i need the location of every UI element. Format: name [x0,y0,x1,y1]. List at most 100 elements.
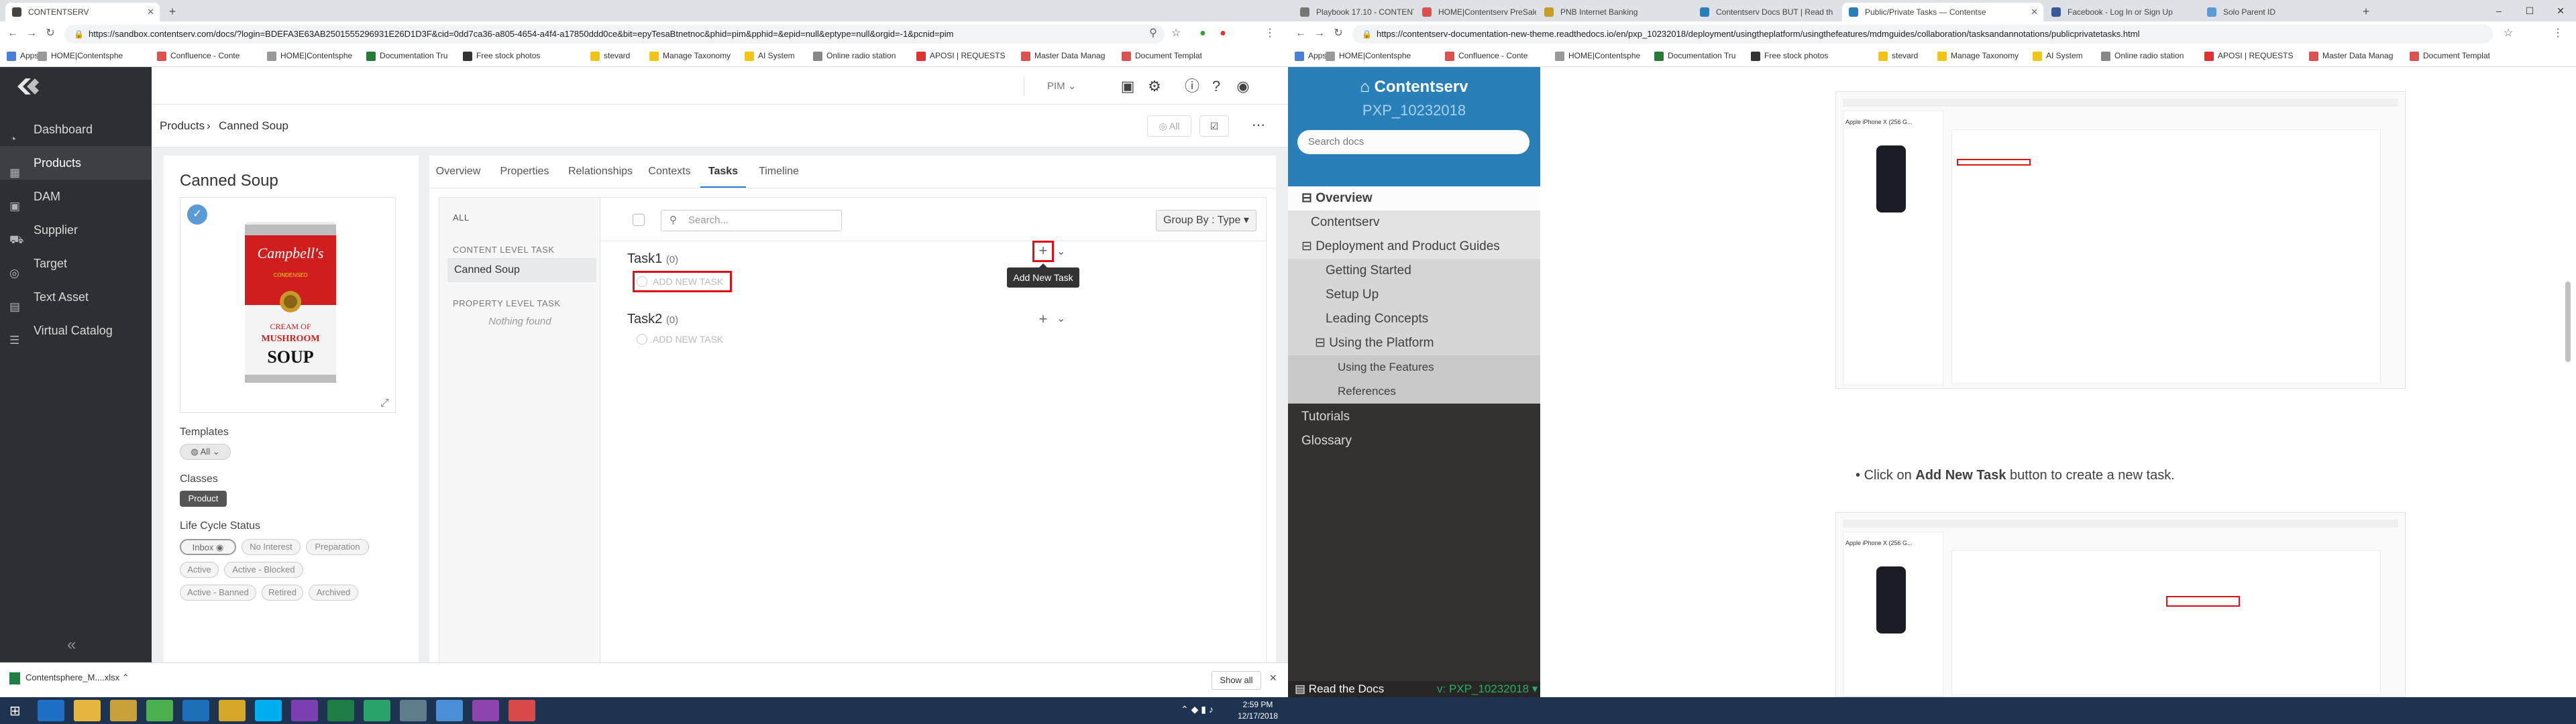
close-tab-icon[interactable]: ✕ [147,3,154,21]
add-task-icon[interactable]: + [1034,310,1053,328]
pim-selector[interactable]: PIM ⌄ [1024,76,1104,97]
zoom-icon[interactable]: ⚲ [1144,25,1162,42]
close-window-icon[interactable]: ✕ [2545,0,2576,21]
outlook-icon[interactable] [182,700,209,721]
nav-contentserv[interactable]: Contentserv [1288,210,1540,235]
excel-icon[interactable] [327,700,354,721]
bookmark-item[interactable]: APOSI | REQUESTS [916,51,1005,61]
rtd-version-switch[interactable]: v: PXP_10232018 ▾ [1437,682,1538,696]
maximize-icon[interactable]: ☐ [2514,0,2545,21]
tab-docs-but[interactable]: Contentserv Docs BUT | Read th [1693,3,1841,21]
bookmark-item[interactable]: Online radio station [2101,51,2184,61]
bookmark-item[interactable]: AI System [745,51,795,61]
star-icon[interactable]: ☆ [1167,25,1185,42]
templates-dropdown[interactable]: ◍ All ⌄ [180,444,231,460]
docs-home-link[interactable]: ⌂ Contentserv [1288,78,1540,97]
scrollbar-thumb[interactable] [2565,282,2571,362]
url-field[interactable]: 🔒 https://contentserv-documentation-new-… [1352,25,2493,44]
tab-contentserv[interactable]: CONTENTSERV ✕ [5,3,160,21]
close-icon[interactable]: ✕ [1269,672,1277,684]
new-tab-button[interactable]: + [2359,4,2373,19]
sidebar-item-products[interactable]: ▦ Products [0,146,152,180]
all-button[interactable]: ◎ All [1147,115,1191,137]
app-icon[interactable] [291,700,318,721]
bookmark-item[interactable]: Master Data Manag [1021,51,1105,61]
back-icon[interactable]: ← [4,25,21,42]
lifecycle-retired[interactable]: Retired [262,585,303,601]
star-icon[interactable]: ☆ [2500,25,2517,42]
bookmark-item[interactable]: Master Data Manag [2309,51,2393,61]
skype-icon[interactable] [255,700,282,721]
tab-timeline[interactable]: Timeline [750,156,808,188]
nav-using-the-platform[interactable]: ⊟ Using the Platform [1288,331,1540,355]
breadcrumb-products[interactable]: Products [160,119,205,133]
forward-icon[interactable]: → [1311,25,1328,42]
extension-icon[interactable]: ● [1214,25,1232,42]
bookmark-item[interactable]: Confluence - Conte [157,51,239,61]
select-all-checkbox[interactable] [633,214,645,226]
tab-playbook[interactable]: Playbook 17.10 - CONTENTSER [1293,3,1414,21]
bookmark-item[interactable]: Apps [1295,51,1326,61]
chevron-down-icon[interactable]: ⌄ [1057,245,1065,258]
nav-leading-concepts[interactable]: Leading Concepts [1288,307,1540,331]
clock[interactable]: 2:59 PM 12/17/2018 [1234,699,1281,722]
system-tray-icons[interactable]: ⌃ ◆ ▮ ♪ [1181,704,1214,715]
nav-setup-up[interactable]: Setup Up [1288,283,1540,307]
help-icon[interactable]: ? [1206,76,1226,97]
bookmark-item[interactable]: HOME|Contentsphe [267,51,352,61]
sidebar-item-dashboard[interactable]: ◔ Dashboard [0,113,152,146]
chevron-down-icon[interactable]: ⌄ [1057,312,1065,325]
add-new-task-row[interactable]: ADD NEW TASK [634,329,723,349]
sidebar-item-text-asset[interactable]: ▤ Text Asset [0,280,152,314]
nav-glossary[interactable]: Glossary [1288,429,1540,453]
sidebar-item-dam[interactable]: ▣ DAM [0,180,152,213]
minimize-icon[interactable]: – [2483,0,2514,21]
app-icon[interactable] [472,700,499,721]
bookmark-item[interactable]: stevard [590,51,630,61]
nav-tutorials[interactable]: Tutorials [1288,405,1540,429]
more-options-icon[interactable]: ⋯ [1245,115,1272,137]
app-icon[interactable] [364,700,390,721]
nav-overview[interactable]: ⊟ Overview [1288,186,1540,210]
show-all-button[interactable]: Show all [1212,671,1261,690]
bookmark-item[interactable]: Document Templat [2410,51,2490,61]
tab-overview[interactable]: Overview [429,156,487,188]
tab-relationships[interactable]: Relationships [562,156,639,188]
bookmark-item[interactable]: Online radio station [813,51,896,61]
bookmark-item[interactable]: HOME|Contentsphe [38,51,123,61]
file-explorer-icon[interactable] [74,700,101,721]
bookmark-item[interactable]: Document Templat [1122,51,1202,61]
reload-icon[interactable]: ↻ [1330,25,1347,42]
lifecycle-inbox[interactable]: Inbox ◉ [180,539,236,555]
gear-icon[interactable]: ⚙ [1144,76,1165,97]
bookmark-item[interactable]: stevard [1878,51,1918,61]
nav-getting-started[interactable]: Getting Started [1288,259,1540,283]
group-by-dropdown[interactable]: Group By : Type ▾ [1156,210,1256,231]
expand-icon[interactable]: ⤢ [380,398,389,410]
rtd-version-footer[interactable]: ▤ Read the Docs v: PXP_10232018 ▾ [1288,681,1540,697]
tab-facebook[interactable]: Facebook - Log In or Sign Up [2045,3,2199,21]
sidebar-item-supplier[interactable]: ⛟ Supplier [0,213,152,247]
collapse-sidebar-icon[interactable]: « [67,636,76,654]
info-icon[interactable]: ⓘ [1182,76,1202,97]
menu-icon[interactable]: ⋮ [1261,25,1279,42]
contentserv-logo-icon[interactable] [13,75,43,98]
media-player-icon[interactable] [110,700,137,721]
tab-contexts[interactable]: Contexts [643,156,696,188]
sidebar-item-target[interactable]: ◎ Target [0,247,152,280]
lifecycle-active[interactable]: Active [180,562,219,578]
nav-references[interactable]: References [1288,379,1540,404]
start-icon[interactable]: ⊞ [9,703,21,719]
bookmark-item[interactable]: Apps [7,51,38,61]
app-icon[interactable] [400,700,427,721]
tab-home-presales[interactable]: HOME|Contentserv PreSales [1415,3,1536,21]
extension-icon[interactable]: ● [1194,25,1212,42]
class-pill[interactable]: Product [180,491,227,507]
lifecycle-active-banned[interactable]: Active - Banned [180,585,256,601]
lifecycle-preparation[interactable]: Preparation [306,539,369,555]
tab-properties[interactable]: Properties [491,156,558,188]
lifecycle-archived[interactable]: Archived [309,585,358,601]
lifecycle-no-interest[interactable]: No Interest [241,539,301,555]
bookmark-item[interactable]: Documentation Tru [366,51,447,61]
select-checkbox-icon[interactable]: ✓ [187,204,207,225]
